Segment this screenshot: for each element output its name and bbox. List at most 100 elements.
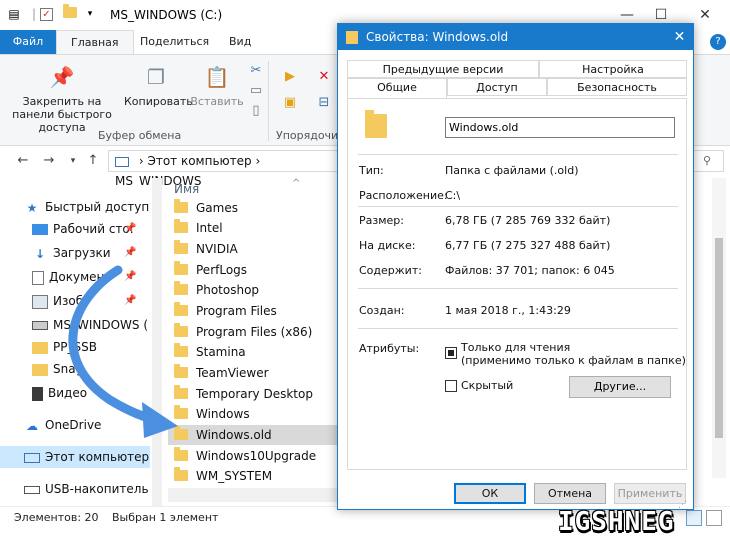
computer-icon [115,156,129,167]
resize-grip-icon[interactable]: ⋰ [678,500,688,510]
horizontal-scrollbar[interactable] [168,488,338,502]
tab-customize[interactable]: Настройка [539,60,687,78]
divider [358,154,678,155]
search-icon[interactable]: ⚲ [690,150,724,172]
properties-dialog: Свойства: Windows.old ✕ Предыдущие верси… [337,23,694,537]
move-to-icon[interactable]: ▶ [282,69,298,85]
paste-shortcut-icon[interactable]: ▯ [248,103,264,119]
status-selected: Выбран 1 элемент [112,511,219,524]
help-icon[interactable]: ? [710,34,726,50]
file-name: WM_SYSTEM [196,469,273,483]
up-arrow-icon[interactable]: ↑ [84,152,102,170]
folder-icon [174,218,188,233]
file-name: Photoshop [196,283,260,297]
properties-icon[interactable]: ✓ [40,8,53,21]
type-value: Папка с файлами (.old) [445,164,579,177]
divider [358,328,678,329]
size-value: 6,78 ГБ (7 285 769 332 байт) [445,214,611,227]
file-name: Games [196,201,238,215]
vertical-scrollbar[interactable] [712,178,726,478]
file-name: Windows10Upgrade [196,449,317,463]
tab-previous-versions[interactable]: Предыдущие версии [347,60,539,78]
column-name-label: Имя [174,182,200,196]
close-button[interactable]: ✕ [690,2,720,28]
ok-button[interactable]: ОК [454,483,526,504]
breadcrumb-arrow: › [255,154,261,168]
nav-label: Этот компьютер [45,450,150,464]
cut-icon[interactable]: ✂ [248,63,264,79]
arrow-head [142,402,178,438]
file-name: Windows.old [196,428,272,442]
scrollbar-thumb[interactable] [715,238,723,438]
created-label: Создан: [359,304,405,317]
copy-path-icon[interactable]: ▭ [248,83,264,99]
tab-share[interactable]: Поделиться [126,30,223,54]
copy-button[interactable]: ❐ Копировать [124,63,193,108]
column-header-name[interactable]: Имя ^ [168,178,338,200]
file-name: Stamina [196,345,246,359]
location-label: Расположение: [359,189,448,202]
file-name: Intel [196,221,223,235]
dialog-title-bar: Свойства: Windows.old ✕ [338,24,693,50]
history-chevron-icon[interactable]: ▾ [64,152,82,170]
file-name: TeamViewer [196,366,269,380]
folder-icon [365,110,387,138]
paste-button[interactable]: 📋 Вставить [190,63,244,108]
explorer-app-icon[interactable]: ▤ [6,6,22,22]
pin-quick-access-button[interactable]: 📌 Закрепить на панели быстрого доступа [6,63,118,134]
folder-icon [174,446,188,461]
copy-icon: ❐ [147,65,165,89]
new-folder-icon[interactable] [62,4,78,22]
chevron-down-icon[interactable]: ▾ [82,6,98,22]
nav-this-pc[interactable]: Этот компьютер [0,446,150,468]
tab-file[interactable]: Файл [0,30,56,54]
delete-icon[interactable]: ✕ [316,69,332,85]
cancel-button[interactable]: Отмена [534,483,606,504]
nav-desktop[interactable]: Рабочий сто. 📌 [0,218,150,240]
computer-icon [24,452,40,463]
clipboard-group-label: Буфер обмена [98,129,182,142]
tab-home[interactable]: Главная [56,30,134,54]
divider [358,206,678,207]
rename-icon[interactable]: ⊟ [316,95,332,111]
paste-icon: 📋 [204,65,230,89]
file-name: Program Files [196,304,277,318]
nav-usb[interactable]: USB-накопитель [0,478,150,500]
tab-sharing[interactable]: Доступ [447,78,547,96]
folder-name-input[interactable]: Windows.old [445,117,675,138]
nav-label: Быстрый доступ [45,200,150,214]
download-icon: ↓ [34,246,46,261]
attributes-label: Атрибуты: [359,342,420,355]
nav-quick-access[interactable]: ★ Быстрый доступ [0,196,150,218]
tab-security[interactable]: Безопасность [547,78,687,96]
dialog-close-button[interactable]: ✕ [666,24,693,50]
address-input[interactable]: › Этот компьютер › MS_WINDOWS [108,150,338,188]
apply-button[interactable]: Применить [614,483,686,504]
large-icons-view-icon[interactable] [706,510,722,526]
star-icon: ★ [26,200,38,215]
desktop-icon [32,224,48,235]
copy-to-icon[interactable]: ▣ [282,95,298,111]
forward-arrow-icon[interactable]: → [40,152,58,170]
nav-label: Загрузки [53,246,111,260]
cloud-icon: ☁ [26,418,38,433]
group-divider [268,61,269,141]
size-label: Размер: [359,214,404,227]
annotation-arrow [68,265,178,438]
folder-icon [174,198,188,213]
hidden-checkbox[interactable] [445,380,457,392]
folder-icon [174,466,188,481]
readonly-sublabel: (применимо только к файлам в папке) [461,354,686,367]
tab-view[interactable]: Вид [215,30,265,54]
usb-icon [24,485,40,494]
divider [358,288,678,289]
organize-group-label: Упорядочи [276,129,339,142]
back-arrow-icon[interactable]: ← [14,152,32,170]
tab-general[interactable]: Общие [347,78,447,98]
copy-label: Копировать [124,95,193,108]
details-view-icon[interactable] [686,510,702,526]
readonly-checkbox[interactable] [445,347,457,359]
breadcrumb-this-pc[interactable]: Этот компьютер [147,154,251,168]
advanced-attributes-button[interactable]: Другие... [569,376,671,398]
nav-label: Рабочий сто. [53,222,134,236]
